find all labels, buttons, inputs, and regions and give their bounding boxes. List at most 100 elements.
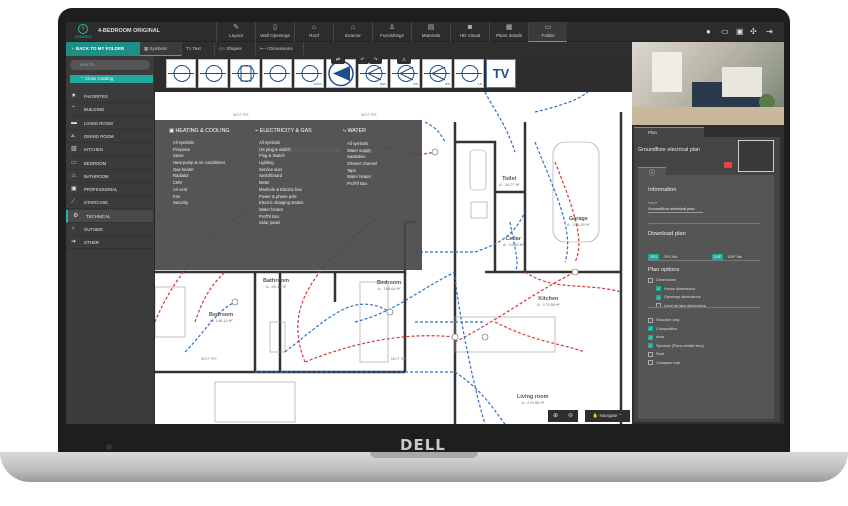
plan-thumbnail[interactable] [738,140,774,172]
catalog-item-all-symbols[interactable]: All symbols [345,141,429,148]
catalog-item-all-symbols[interactable]: All symbols [257,140,341,147]
option-dimensions[interactable]: Dimensions [648,277,676,284]
option-compass-rose[interactable]: Compass rose [648,360,680,367]
symbol-tile[interactable]: DW [422,59,452,88]
chat-icon[interactable]: ▭ [721,27,729,36]
sidebar-item-bathroom[interactable]: ♨ BATHROOM [66,170,153,183]
logout-icon[interactable]: ⇥ [766,27,773,36]
catalog-item-fireplace[interactable]: Fireplace [171,147,255,154]
catalog-item-meter[interactable]: Meter [257,180,341,187]
catalog-item-proftil-box[interactable]: ProfTil Box [257,214,341,221]
close-catalog-button[interactable]: ⌃ Close Catalog [70,75,153,83]
tab-symbols[interactable]: ▦ Symbols [140,42,182,56]
menu-exterior[interactable]: ⌂ Exterior [333,22,372,42]
checkbox[interactable] [648,317,653,323]
symbol-tile[interactable] [166,59,196,88]
symbol-tile[interactable]: CD [454,59,484,88]
menu-materials[interactable]: ▤ Materials [411,22,450,42]
checkbox[interactable]: ✓ [656,286,661,291]
checkbox[interactable]: ✓ [648,343,653,348]
catalog-item-cmv[interactable]: CMV [171,180,255,187]
save-icon[interactable]: ▣ [736,27,744,36]
menu-plans-details[interactable]: ▦ Plans details [489,22,528,42]
sidebar-item-outside[interactable]: ♀ OUTSIDE [66,223,153,236]
catalog-item-proftil-box[interactable]: ProfTil Box [345,181,429,188]
catalog-item-plug-switch[interactable]: Plug & Switch [257,153,341,160]
menu-hd-visual[interactable]: ◙ HD Visual [450,22,489,42]
info-icon[interactable]: ⓘ [638,167,666,177]
symbol-tile[interactable]: GPCV [294,59,324,88]
catalog-item-water-supply[interactable]: Water supply [345,148,429,155]
catalog-item-taps[interactable]: Taps [345,168,429,175]
sidebar-item-building[interactable]: ⌃ BUILDING [66,103,153,117]
tab-dimensions[interactable]: ⊢⊣ Dimensions [256,42,304,56]
sidebar-item-living-room[interactable]: ▬ LIVING ROOM [66,117,153,130]
catalog-item-us-plug-switch[interactable]: US plug & switch [257,146,341,154]
catalog-item-water-heater[interactable]: Water heater [257,207,341,214]
catalog-item-lighting[interactable]: Lighting [257,160,341,167]
sidebar-item-favorites[interactable]: ★ FAVORITES [66,90,153,103]
3d-preview[interactable] [632,42,784,125]
symbol-tile[interactable]: TV [486,59,516,88]
option-roof[interactable]: Roof [648,351,664,358]
menu-folder[interactable]: ▭ Folder [528,22,567,42]
option-house-dimensions[interactable]: ✓ House dimensions [656,286,695,293]
warning-button[interactable]: ⚠ [397,56,411,64]
menu-layout[interactable]: ✎ Layout [216,22,255,42]
catalog-item-radiator[interactable]: Radiator [171,173,255,180]
checkbox[interactable] [648,360,653,365]
checkbox[interactable]: ✓ [656,294,661,300]
option-openings-dimensions[interactable]: ✓ Openings dimensions [656,294,701,301]
catalog-item-fan[interactable]: Fan [171,194,255,201]
option-symbols-plans-details-step[interactable]: ✓ Symbols (Plans details step) [648,343,704,350]
checkbox[interactable]: ✓ [648,334,653,340]
catalog-item-gas-heater[interactable]: Gas heater [171,167,255,174]
catalog-item-manhole-electric-box[interactable]: Manhole & Electric box [257,187,341,194]
catalog-item-electric-charging-station[interactable]: Electric charging station [257,200,341,207]
catalog-item-water-heater[interactable]: Water heater [345,174,429,181]
sidebar-item-staircase[interactable]: ⟋ STAIRCASE [66,196,153,210]
catalog-item-power-phone-pole[interactable]: Power & phone pole [257,194,341,201]
catalog-item-stove[interactable]: Stove [171,153,255,160]
symbol-tile[interactable] [262,59,292,88]
help-icon[interactable]: ● [706,27,711,36]
undo-button[interactable]: ↶ [356,56,369,64]
menu-wall-openings[interactable]: ▯ Wall Openings [255,22,294,42]
tab-text[interactable]: T≡ Text [182,42,215,56]
checkbox[interactable] [648,277,653,283]
plan-name-field[interactable]: Groundfloor electrical plan [648,206,703,213]
catalog-item-switchboard[interactable]: Switchboard [257,173,341,180]
catalog-item-solar-panel[interactable]: Solar panel [257,220,341,227]
option-structure-only[interactable]: Structure only [648,317,679,324]
checkbox[interactable] [648,351,653,357]
sidebar-item-technical[interactable]: ⚙ TECHNICAL [66,209,153,223]
option-area[interactable]: ✓ Area [648,334,664,341]
zoom-in-button[interactable]: ⊕ [548,410,563,422]
catalog-item-all-symbols[interactable]: All symbols [171,140,255,147]
redo-button[interactable]: ↷ [369,56,382,64]
plan-tab[interactable]: Plan [634,127,704,137]
sidebar-item-kitchen[interactable]: ▥ KITCHEN [66,143,153,157]
tab-shapes[interactable]: ◇○ Shapes [215,42,256,56]
checkbox[interactable]: ✓ [648,326,653,331]
swap-tool-button[interactable]: ⇄ [331,56,345,64]
catalog-item-service-duct[interactable]: Service duct [257,167,341,174]
plan-canvas[interactable]: MOT RS MOT RS MOT RS MOT RS Toilet A : 34… [155,92,632,424]
catalog-item-security[interactable]: Security [171,200,255,207]
menu-roof[interactable]: ⌂ Roof [294,22,333,42]
collapse-icon[interactable]: ✣ [750,27,757,36]
sidebar-item-professional[interactable]: ▣ PROFESSIONAL [66,183,153,197]
zoom-out-button[interactable]: ⊖ [563,410,578,422]
catalog-item-shower-channel[interactable]: Shower channel [345,161,429,168]
symbol-tile[interactable] [230,59,260,88]
catalog-item-air-vent[interactable]: Air vent [171,187,255,194]
menu-furnishings[interactable]: ♙ Furnishings [372,22,411,42]
symbol-tile[interactable] [198,59,228,88]
catalog-item-heat-pump-air-conditioner[interactable]: Heat pump & Air conditioner [171,160,255,167]
option-composition[interactable]: ✓ Composition [648,326,677,333]
sidebar-item-other[interactable]: ➜ OTHER [66,236,153,250]
option-level-terrace-dimensions[interactable]: Level terrace dimensions [656,303,706,310]
back-to-folder-button[interactable]: ‹ BACK TO MY FOLDER [66,42,140,56]
sidebar-item-dining-room[interactable]: ⩟ DINING ROOM [66,130,153,143]
sidebar-item-bedroom[interactable]: ▭ BEDROOM [66,157,153,170]
